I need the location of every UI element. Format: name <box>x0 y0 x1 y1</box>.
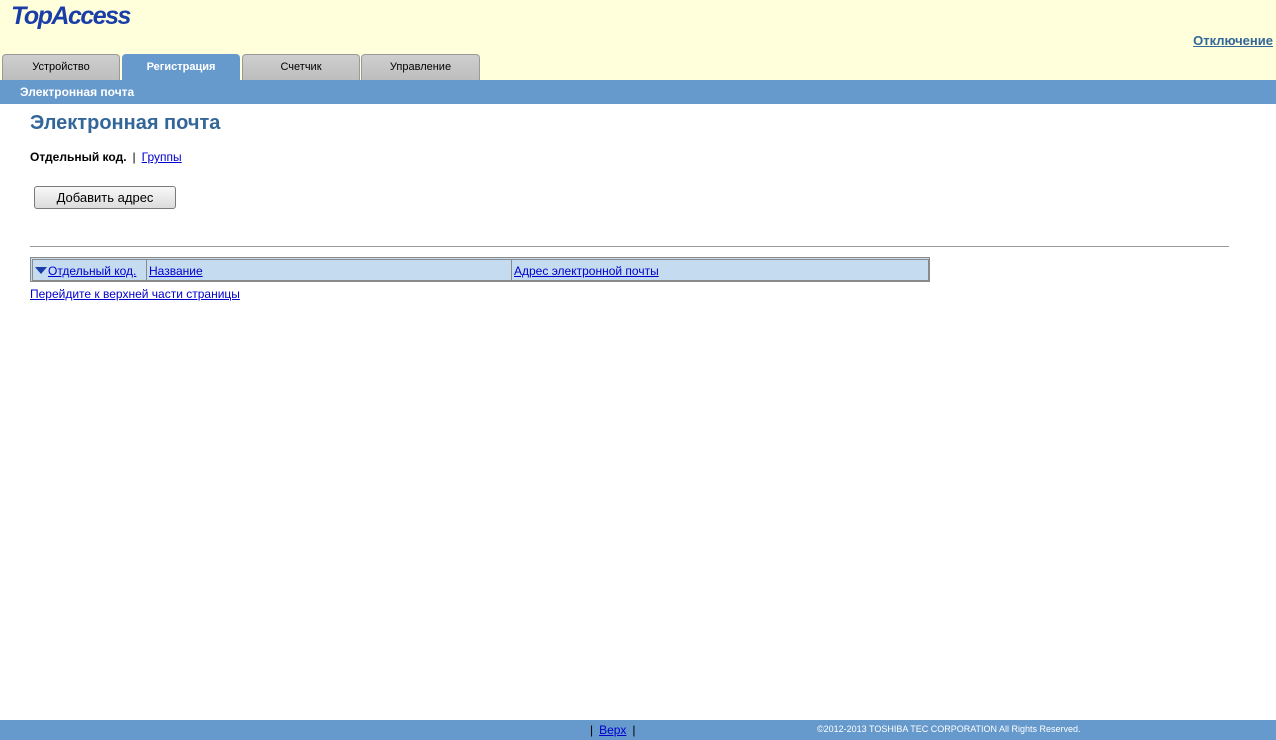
sort-descending-icon[interactable] <box>35 267 47 275</box>
column-header-name: Название <box>146 259 512 281</box>
sort-by-name-link[interactable]: Название <box>149 264 203 278</box>
footer: | Верх | ©2012-2013 TOSHIBA TEC CORPORATIO… <box>0 720 1276 740</box>
individual-code-label: Отдельный код. <box>30 150 127 164</box>
footer-top-link[interactable]: Верх <box>599 723 626 737</box>
tab-management[interactable]: Управление <box>361 54 480 80</box>
sort-by-code-link[interactable]: Отдельный код. <box>48 264 136 278</box>
go-to-top-link[interactable]: Перейдите к верхней части страницы <box>30 287 240 301</box>
page-title: Электронная почта <box>30 112 221 134</box>
page: TopAccess Отключение Устройство Регистра… <box>0 0 1276 740</box>
subbar-item-email[interactable]: Электронная почта <box>20 85 134 99</box>
address-table: Отдельный код. Название Адрес электронно… <box>30 257 930 282</box>
copyright-text: ©2012-2013 TOSHIBA TEC CORPORATION All R… <box>817 724 1081 734</box>
groups-link[interactable]: Группы <box>142 150 182 164</box>
divider <box>30 246 1229 247</box>
subnav-separator: | <box>132 150 136 164</box>
add-address-button[interactable]: Добавить адрес <box>34 186 176 209</box>
logout-link[interactable]: Отключение <box>1193 33 1273 48</box>
column-header-individual-code: Отдельный код. <box>32 259 147 281</box>
sub-navigation-bar: Электронная почта <box>0 80 1276 104</box>
tab-counter[interactable]: Счетчик <box>242 54 360 80</box>
footer-separator: | <box>632 723 636 737</box>
sort-by-email-link[interactable]: Адрес электронной почты <box>514 264 659 278</box>
column-header-email: Адрес электронной почты <box>511 259 929 281</box>
tab-device[interactable]: Устройство <box>2 54 120 80</box>
footer-nav: | Верх | <box>590 723 635 737</box>
tab-registration[interactable]: Регистрация <box>122 54 240 80</box>
topaccess-logo: TopAccess <box>11 2 131 30</box>
header: TopAccess Отключение Устройство Регистра… <box>0 0 1276 80</box>
address-type-nav: Отдельный код. | Группы <box>30 150 182 164</box>
footer-separator: | <box>590 723 594 737</box>
